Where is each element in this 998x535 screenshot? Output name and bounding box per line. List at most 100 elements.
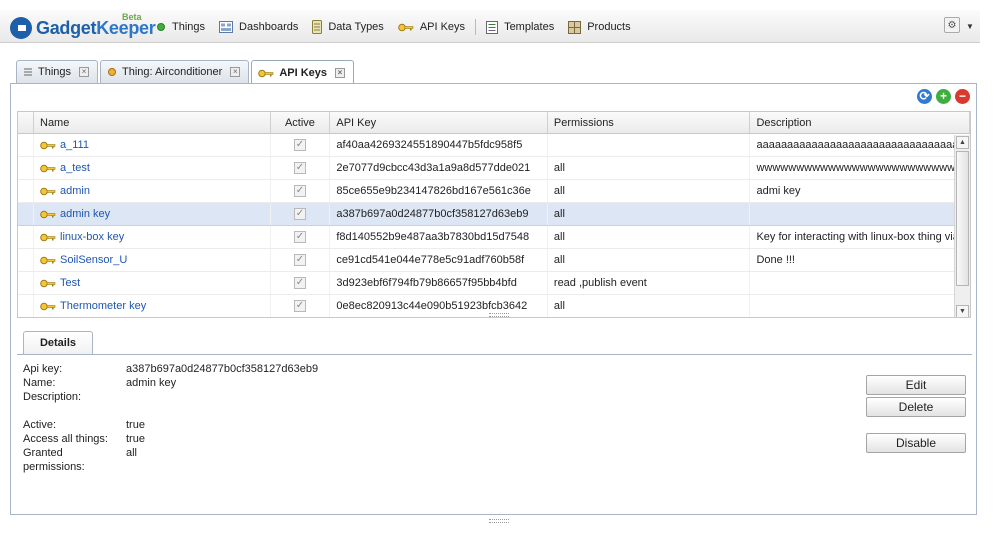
cell-permissions: all [548, 180, 751, 202]
key-name-link[interactable]: admin key [60, 203, 110, 225]
key-icon [40, 164, 56, 172]
key-icon [40, 256, 56, 264]
key-name-link[interactable]: linux-box key [60, 226, 124, 248]
settings-gear-icon[interactable]: ⚙ [944, 17, 960, 33]
database-icon [312, 20, 323, 34]
grid-scrollbar[interactable]: ▲ ▼ [954, 135, 970, 317]
cell-description: admi key [750, 180, 970, 202]
bottom-resize-grip[interactable] [489, 519, 509, 523]
nav-api-keys[interactable]: API Keys [398, 21, 465, 33]
tab-thing-airconditioner-close-icon[interactable]: × [230, 67, 241, 77]
nav-products[interactable]: Products [568, 20, 631, 34]
cell-name[interactable]: admin [34, 180, 271, 202]
scroll-up-icon[interactable]: ▲ [956, 136, 969, 149]
tab-thing-airconditioner-label: Thing: Airconditioner [122, 66, 223, 78]
splitter-grip[interactable] [489, 313, 509, 317]
cell-permissions: all [548, 226, 751, 248]
key-icon [40, 210, 56, 218]
table-row[interactable]: SoilSensor_U ✓ ce91cd541e044e778e5c91adf76… [18, 249, 970, 272]
table-row[interactable]: linux-box key ✓ f8d140552b9e487aa3b7830bd1… [18, 226, 970, 249]
cell-active: ✓ [271, 249, 331, 271]
row-spacer [18, 226, 34, 248]
cell-permissions: all [548, 295, 751, 317]
table-row[interactable]: a_test ✓ 2e7077d9cbcc43d3a1a9a8d577dde021 a… [18, 157, 970, 180]
key-icon [40, 187, 56, 195]
active-checkbox: ✓ [293, 139, 306, 151]
cell-api-key: 85ce655e9b234147826bd167e561c36e [330, 180, 548, 202]
cell-name[interactable]: a_111 [34, 134, 271, 156]
detail-name: Name: admin key [23, 376, 443, 390]
tab-api-keys-close-icon[interactable]: × [335, 68, 346, 78]
list-icon [24, 68, 32, 76]
scroll-thumb[interactable] [956, 151, 969, 286]
cell-permissions: all [548, 157, 751, 179]
tab-things-label: Things [38, 66, 72, 78]
key-name-link[interactable]: Thermometer key [60, 295, 146, 317]
nav-separator [475, 19, 477, 35]
nav-things-label: Things [172, 21, 206, 33]
logo[interactable]: GadgetKeeper Beta [10, 12, 156, 40]
nav-dashboards[interactable]: Dashboards [219, 21, 298, 33]
tab-api-keys[interactable]: API Keys × [251, 60, 355, 85]
settings-dropdown-caret-icon[interactable]: ▼ [966, 22, 974, 31]
details-divider [17, 354, 972, 355]
detail-api-key: Api key: a387b697a0d24877b0cf358127d63eb9 [23, 362, 443, 376]
row-spacer [18, 272, 34, 294]
details-tab[interactable]: Details [23, 331, 93, 355]
scroll-down-icon[interactable]: ▼ [956, 305, 969, 317]
cell-name[interactable]: Thermometer key [34, 295, 271, 317]
remove-icon[interactable]: − [955, 89, 970, 104]
cell-name[interactable]: SoilSensor_U [34, 249, 271, 271]
tab-things-close-icon[interactable]: × [79, 67, 90, 77]
table-row[interactable]: Test ✓ 3d923ebf6f794fb79b86657f95bb4bfd rea… [18, 272, 970, 295]
column-header-description[interactable]: Description [750, 112, 970, 133]
logo-g-icon [10, 17, 32, 39]
edit-button[interactable]: Edit [866, 375, 966, 395]
nav-data-types[interactable]: Data Types [312, 20, 384, 34]
tab-things[interactable]: Things × [16, 60, 99, 83]
delete-button[interactable]: Delete [866, 397, 966, 417]
key-name-link[interactable]: SoilSensor_U [60, 249, 127, 271]
column-header-permissions[interactable]: Permissions [548, 112, 751, 133]
cell-description: Key for interacting with linux-box thing… [750, 226, 970, 248]
table-row[interactable]: a_111 ✓ af40aa4269324551890447b5fdc958f5 aa… [18, 134, 970, 157]
key-name-link[interactable]: a_test [60, 157, 90, 179]
disable-button[interactable]: Disable [866, 433, 966, 453]
active-checkbox: ✓ [293, 162, 306, 174]
detail-value: true [126, 419, 145, 431]
key-name-link[interactable]: Test [60, 272, 80, 294]
cell-active: ✓ [271, 226, 331, 248]
column-header-name[interactable]: Name [34, 112, 271, 133]
key-icon [40, 302, 56, 310]
nav-things[interactable]: Things [156, 21, 205, 33]
active-checkbox: ✓ [293, 208, 306, 220]
cell-name[interactable]: a_test [34, 157, 271, 179]
header-spacer [18, 112, 34, 133]
refresh-icon[interactable]: ⟳ [917, 89, 932, 104]
cell-description: wwwwwwwwwwwwwwwwwwwwwwwwwwww [750, 157, 970, 179]
table-row[interactable]: admin key ✓ a387b697a0d24877b0cf358127d63e… [18, 203, 970, 226]
detail-value: all [126, 447, 138, 459]
top-bar: GadgetKeeper Beta Things Dashboards Data… [0, 10, 980, 43]
add-icon[interactable]: + [936, 89, 951, 104]
detail-label: Api key: [23, 363, 63, 375]
cell-name[interactable]: Test [34, 272, 271, 294]
detail-label: Access all things: [23, 433, 108, 445]
cell-active: ✓ [271, 295, 331, 317]
dashboard-icon [219, 21, 234, 33]
cell-api-key: 3d923ebf6f794fb79b86657f95bb4bfd [330, 272, 548, 294]
detail-label: Granted permissions: [23, 447, 85, 473]
detail-label: Description: [23, 391, 82, 403]
tab-thing-airconditioner[interactable]: Thing: Airconditioner × [100, 60, 250, 83]
column-header-active[interactable]: Active [271, 112, 331, 133]
column-header-api-key[interactable]: API Key [330, 112, 548, 133]
cell-description [750, 295, 970, 317]
key-name-link[interactable]: admin [60, 180, 90, 202]
table-row[interactable]: admin ✓ 85ce655e9b234147826bd167e561c36e al… [18, 180, 970, 203]
cell-name[interactable]: admin key [34, 203, 271, 225]
cell-description: aaaaaaaaaaaaaaaaaaaaaaaaaaaaaaaaaaaaa [750, 134, 970, 156]
detail-description: Description: [23, 390, 443, 404]
nav-templates[interactable]: Templates [486, 20, 554, 34]
cell-name[interactable]: linux-box key [34, 226, 271, 248]
key-name-link[interactable]: a_111 [60, 134, 89, 156]
